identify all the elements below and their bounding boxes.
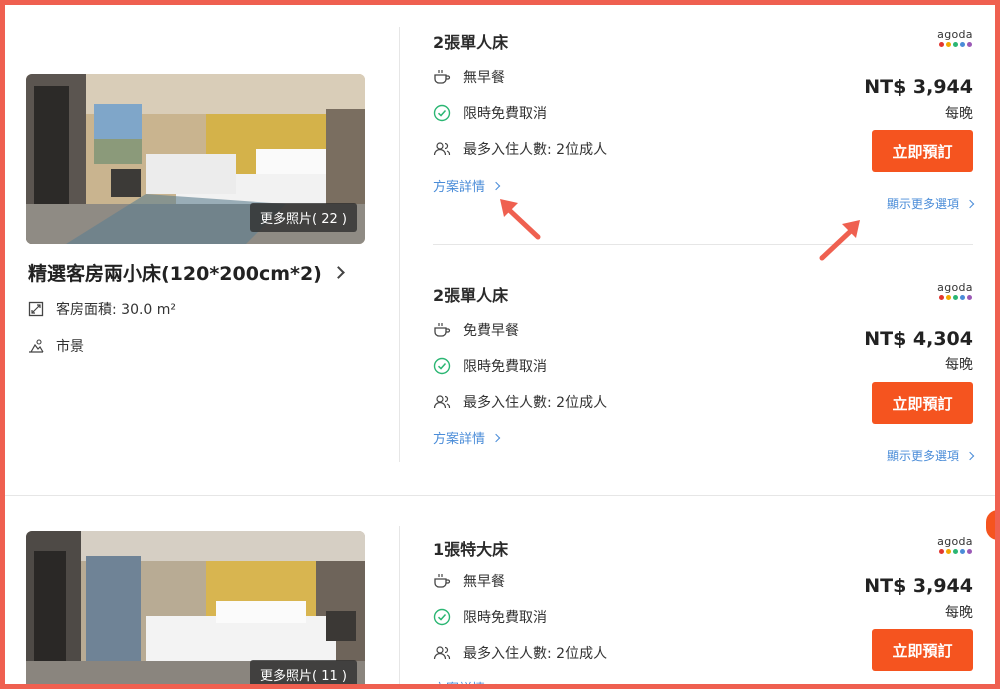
column-divider: [399, 27, 400, 462]
cancel-info: 限時免費取消: [433, 356, 547, 376]
meal-info: 免費早餐: [433, 320, 519, 340]
occupancy-text: 最多入住人數: 2位成人: [463, 142, 608, 158]
plan-details-label: 方案詳情: [433, 180, 486, 195]
area-icon: [28, 301, 44, 317]
cancel-text: 限時免費取消: [463, 106, 547, 122]
plan-details-link[interactable]: 方案詳情: [433, 176, 501, 195]
coffee-cup-icon: [434, 574, 451, 588]
meal-text: 免費早餐: [463, 323, 519, 339]
chevron-right-icon: [965, 451, 975, 460]
per-night-label: 每晚: [945, 357, 973, 373]
check-circle-icon: [433, 608, 451, 626]
cancel-text: 限時免費取消: [463, 610, 547, 626]
coffee-cup-icon: [434, 323, 451, 337]
show-more-options-link[interactable]: 顯示更多選項: [886, 447, 975, 464]
check-circle-icon: [433, 357, 451, 375]
rate-offer: 2張單人床 免費早餐 限時免費取消 最多入住人數: 2位成人 方案詳情 agod…: [433, 282, 975, 492]
column-divider: [399, 526, 400, 689]
meal-text: 無早餐: [463, 70, 505, 86]
city-view-icon: [29, 339, 44, 353]
plan-details-link[interactable]: 方案詳情: [433, 678, 501, 689]
guests-icon: [433, 142, 451, 156]
guests-icon: [433, 646, 451, 660]
book-now-button[interactable]: 立即預訂: [872, 130, 973, 172]
occupancy-text: 最多入住人數: 2位成人: [463, 646, 608, 662]
more-photos-badge[interactable]: 更多照片( 22 ): [250, 203, 357, 232]
per-night-label: 每晚: [945, 605, 973, 621]
per-night-label: 每晚: [945, 106, 973, 122]
bed-type: 2張單人床: [433, 33, 509, 52]
room-name-label: 精選客房兩小床(120*200cm*2): [28, 263, 322, 285]
show-more-options-label: 顯示更多選項: [886, 449, 959, 463]
price: NT$ 3,944: [864, 76, 973, 98]
room-photo[interactable]: 更多照片( 11 ): [26, 531, 365, 689]
room-area-text: 客房面積: 30.0 m²: [56, 302, 177, 318]
bed-type: 1張特大床: [433, 540, 509, 559]
room-name[interactable]: 精選客房兩小床(120*200cm*2): [28, 259, 345, 286]
occupancy-info: 最多入住人數: 2位成人: [433, 392, 607, 412]
room-area: 客房面積: 30.0 m²: [28, 299, 176, 319]
agoda-logo: agoda: [937, 29, 973, 47]
provider-name: agoda: [937, 535, 973, 548]
occupancy-info: 最多入住人數: 2位成人: [433, 139, 607, 159]
plan-details-link[interactable]: 方案詳情: [433, 428, 501, 447]
agoda-logo: agoda: [937, 536, 973, 554]
room-view: 市景: [28, 336, 84, 356]
chevron-right-icon: [491, 683, 501, 689]
guests-icon: [433, 395, 451, 409]
book-now-button[interactable]: 立即預訂: [872, 382, 973, 424]
agoda-dots-icon: [937, 42, 973, 47]
agoda-logo: agoda: [937, 282, 973, 300]
price: NT$ 3,944: [864, 575, 973, 597]
plan-details-label: 方案詳情: [433, 678, 485, 689]
book-now-button[interactable]: 立即預訂: [872, 629, 973, 671]
check-circle-icon: [433, 104, 451, 122]
annotation-arrow-icon: [500, 199, 541, 240]
chevron-right-icon: [965, 199, 975, 208]
room-card: 更多照片( 11 ) 1張特大床 無早餐 限時免費取消 最多入住人數: 2位成人…: [5, 496, 995, 689]
chevron-right-icon: [491, 433, 501, 442]
cancel-info: 限時免費取消: [433, 607, 547, 627]
chevron-right-icon: [491, 181, 501, 190]
room-photo[interactable]: 更多照片( 22 ): [26, 74, 365, 244]
agoda-dots-icon: [937, 295, 973, 300]
room-view-text: 市景: [56, 339, 84, 355]
cancel-info: 限時免費取消: [433, 103, 547, 123]
provider-name: agoda: [937, 28, 973, 41]
provider-name: agoda: [937, 281, 973, 294]
price: NT$ 4,304: [864, 328, 973, 350]
meal-text: 無早餐: [463, 574, 505, 590]
plan-details-label: 方案詳情: [433, 432, 486, 447]
coffee-cup-icon: [434, 70, 451, 84]
meal-info: 無早餐: [433, 67, 505, 87]
bed-type: 2張單人床: [433, 286, 509, 305]
offer-divider: [433, 244, 973, 245]
feedback-tab[interactable]: [986, 510, 1000, 540]
occupancy-info: 最多入住人數: 2位成人: [433, 643, 607, 663]
show-more-options-link[interactable]: 顯示更多選項: [886, 195, 975, 212]
rate-offer: 1張特大床 無早餐 限時免費取消 最多入住人數: 2位成人 agoda NT$ …: [433, 536, 973, 689]
meal-info: 無早餐: [433, 571, 505, 591]
more-photos-badge[interactable]: 更多照片( 11 ): [250, 660, 357, 689]
chevron-right-icon: [331, 266, 345, 279]
cancel-text: 限時免費取消: [463, 359, 547, 375]
show-more-options-label: 顯示更多選項: [886, 197, 959, 211]
agoda-dots-icon: [937, 549, 973, 554]
annotation-arrow-icon: [819, 220, 860, 261]
occupancy-text: 最多入住人數: 2位成人: [463, 395, 608, 411]
